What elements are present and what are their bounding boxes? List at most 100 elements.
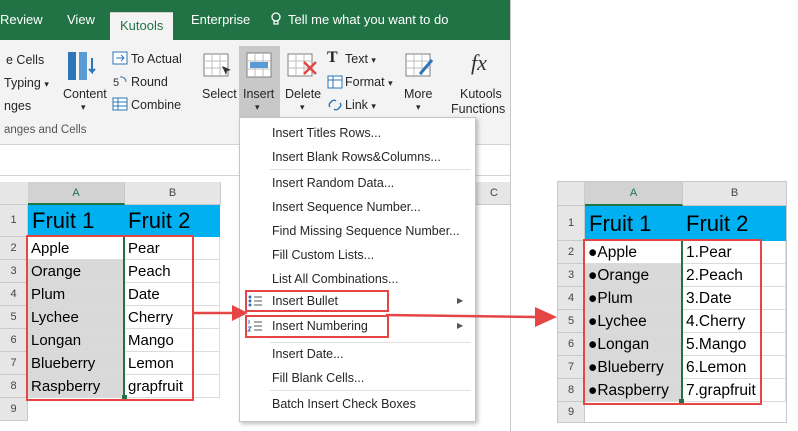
- text-button-label: Text: [345, 52, 368, 66]
- column-header-a[interactable]: A: [585, 182, 683, 206]
- kutools-functions-label-2[interactable]: Functions: [451, 102, 505, 116]
- content-icon: [64, 48, 104, 84]
- row-header[interactable]: 3: [558, 264, 585, 287]
- row-header[interactable]: 4: [0, 283, 28, 306]
- select-button[interactable]: Select: [202, 87, 237, 101]
- format-icon: [327, 75, 343, 89]
- row-header[interactable]: 9: [0, 398, 28, 421]
- header-cell-fruit-2[interactable]: Fruit 2: [682, 206, 786, 241]
- tab-kutools[interactable]: Kutools: [110, 12, 174, 41]
- arrow-to-result-head: [535, 307, 557, 327]
- column-header-c[interactable]: C: [474, 182, 510, 205]
- row-header[interactable]: 1: [558, 206, 585, 241]
- arrow-to-menu-head: [232, 305, 248, 321]
- delete-icon: [287, 53, 317, 77]
- row-header[interactable]: 2: [0, 237, 28, 260]
- kutools-functions-label-1[interactable]: Kutools: [460, 87, 502, 101]
- menu-item-insert-date[interactable]: Insert Date...: [272, 347, 344, 361]
- row-header[interactable]: 8: [558, 379, 585, 402]
- highlight-box-range: [26, 235, 194, 401]
- dropdown-arrow-icon: ▾: [371, 101, 376, 111]
- menu-item-insert-sequence-number[interactable]: Insert Sequence Number...: [272, 200, 421, 214]
- content-button[interactable]: Content: [63, 87, 107, 101]
- to-actual-button[interactable]: To Actual: [131, 52, 182, 66]
- svg-text:5: 5: [113, 77, 119, 88]
- link-icon: [328, 99, 342, 111]
- insert-dropdown-menu: Insert Titles Rows... Insert Blank Rows&…: [239, 117, 476, 422]
- menu-item-batch-insert-check-boxes[interactable]: Batch Insert Check Boxes: [272, 397, 416, 411]
- menu-item-insert-blank-rows-columns[interactable]: Insert Blank Rows&Columns...: [272, 150, 441, 164]
- menu-item-find-missing-sequence-number[interactable]: Find Missing Sequence Number...: [272, 224, 460, 238]
- ribbon-cut-item-2[interactable]: Typing ▾: [4, 76, 49, 90]
- insert-label: Insert: [243, 87, 275, 101]
- format-button[interactable]: Format ▾: [345, 75, 393, 89]
- tab-view[interactable]: View: [67, 10, 95, 40]
- select-all-corner[interactable]: [0, 182, 29, 205]
- menu-separator: [270, 342, 471, 343]
- row-header[interactable]: 2: [558, 241, 585, 264]
- combine-icon: [112, 97, 128, 111]
- link-button-label: Link: [345, 98, 368, 112]
- row-header[interactable]: 9: [558, 402, 585, 422]
- row-header[interactable]: 4: [558, 287, 585, 310]
- excel-window-before: Review View Kutools Enterprise Tell me w…: [0, 0, 511, 431]
- highlight-box-result: [583, 239, 762, 405]
- menu-item-list-all-combinations[interactable]: List All Combinations...: [272, 272, 398, 286]
- content-dropdown-arrow-icon[interactable]: ▾: [81, 102, 86, 113]
- menu-item-fill-custom-lists[interactable]: Fill Custom Lists...: [272, 248, 374, 262]
- dropdown-arrow-icon: ▾: [371, 55, 376, 65]
- format-button-label: Format: [345, 75, 385, 89]
- menu-item-insert-titles-rows[interactable]: Insert Titles Rows...: [272, 126, 381, 140]
- text-button[interactable]: Text ▾: [345, 52, 376, 66]
- row-header[interactable]: 5: [0, 306, 28, 329]
- column-header-b[interactable]: B: [125, 182, 221, 205]
- menu-item-fill-blank-cells[interactable]: Fill Blank Cells...: [272, 371, 364, 385]
- row-header[interactable]: 1: [0, 205, 28, 237]
- ribbon-cut-item-1[interactable]: e Cells: [6, 53, 44, 67]
- dropdown-arrow-icon: ▾: [44, 79, 49, 89]
- arrow-to-result-line: [385, 313, 537, 319]
- delete-button[interactable]: Delete: [285, 87, 321, 101]
- ribbon-tab-bar: Review View Kutools Enterprise Tell me w…: [0, 0, 510, 41]
- row-header[interactable]: 7: [0, 352, 28, 375]
- excel-window-after: A B 1 2 3 4 5 6 7 8 9 Fruit 1 Fruit 2 ●A…: [557, 181, 787, 423]
- insert-dropdown-arrow-icon: ▾: [255, 102, 260, 112]
- dropdown-arrow-icon: ▾: [388, 78, 393, 88]
- header-cell-fruit-2[interactable]: Fruit 2: [124, 205, 220, 237]
- ribbon-cut-item-3[interactable]: nges: [4, 99, 31, 113]
- fx-icon: fx: [471, 50, 487, 75]
- tab-review[interactable]: Review: [0, 10, 43, 40]
- header-cell-fruit-1[interactable]: Fruit 1: [28, 205, 124, 237]
- row-header[interactable]: 3: [0, 260, 28, 283]
- row-header[interactable]: 5: [558, 310, 585, 333]
- ribbon-cut-item-2-label: Typing: [4, 76, 41, 90]
- to-actual-icon: [112, 51, 128, 65]
- row-header[interactable]: 7: [558, 356, 585, 379]
- combine-button[interactable]: Combine: [131, 98, 181, 112]
- lightbulb-icon: [271, 12, 281, 25]
- column-header-b[interactable]: B: [683, 182, 786, 206]
- round-icon: 5: [113, 76, 127, 88]
- tell-me-label: Tell me what you want to do: [288, 12, 449, 27]
- select-all-corner[interactable]: [558, 182, 585, 206]
- more-icon: [405, 53, 434, 77]
- tab-enterprise[interactable]: Enterprise: [191, 10, 250, 40]
- menu-item-insert-random-data[interactable]: Insert Random Data...: [272, 176, 394, 190]
- row-header[interactable]: 8: [0, 375, 28, 398]
- round-button[interactable]: Round: [131, 75, 168, 89]
- row-header[interactable]: 6: [0, 329, 28, 352]
- group-label-ranges-cells: anges and Cells: [4, 124, 87, 136]
- link-button[interactable]: Link ▾: [345, 98, 376, 112]
- menu-separator: [270, 390, 471, 391]
- more-dropdown-arrow-icon[interactable]: ▾: [416, 102, 421, 113]
- column-header-a[interactable]: A: [28, 182, 125, 205]
- delete-dropdown-arrow-icon[interactable]: ▾: [300, 102, 305, 113]
- header-cell-fruit-1[interactable]: Fruit 1: [585, 206, 682, 241]
- tell-me-search[interactable]: Tell me what you want to do: [270, 10, 448, 40]
- select-icon: [203, 53, 231, 77]
- row-header[interactable]: 6: [558, 333, 585, 356]
- more-button[interactable]: More: [404, 87, 432, 101]
- menu-separator: [270, 169, 471, 170]
- insert-icon: [246, 52, 272, 78]
- insert-button[interactable]: Insert ▾: [239, 46, 280, 118]
